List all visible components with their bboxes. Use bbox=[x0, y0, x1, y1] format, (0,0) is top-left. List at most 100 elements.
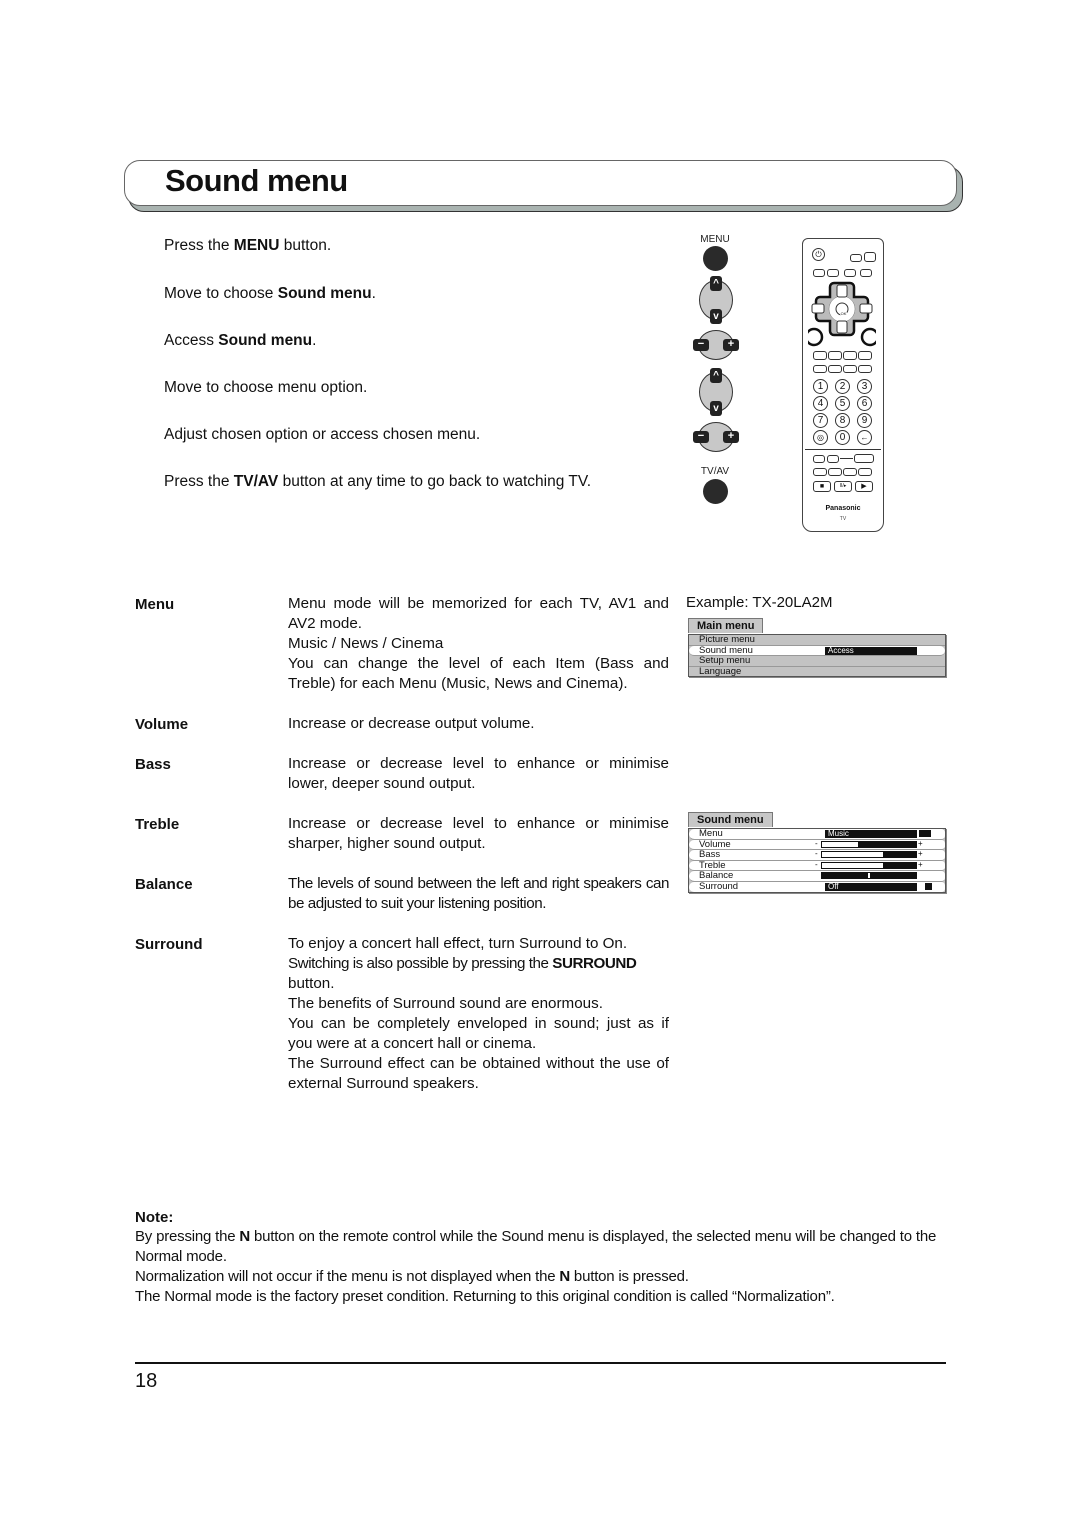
pause-play-icon[interactable]: II/▸ bbox=[834, 481, 852, 492]
desc-line: Increase or decrease output volume. bbox=[288, 715, 535, 732]
remote-key[interactable] bbox=[864, 252, 876, 262]
remote-key[interactable] bbox=[828, 351, 842, 360]
note-heading: Note: bbox=[135, 1209, 174, 1226]
term-volume: Volume bbox=[135, 716, 189, 733]
up-down-rocker-2[interactable]: ^ v bbox=[699, 368, 733, 416]
desc-treble: Increase or decrease level to enhance or… bbox=[288, 814, 669, 854]
play-icon[interactable]: ▶ bbox=[855, 481, 873, 492]
stop-icon[interactable]: ■ bbox=[813, 481, 831, 492]
menu-button-label: MENU bbox=[700, 234, 730, 245]
desc-bass: Increase or decrease level to enhance or… bbox=[288, 754, 669, 794]
remote-key[interactable] bbox=[813, 468, 827, 476]
remote-key[interactable] bbox=[828, 365, 842, 373]
term-balance: Balance bbox=[135, 876, 193, 893]
tvav-button[interactable] bbox=[703, 479, 728, 504]
number-key-3[interactable]: 3 bbox=[857, 379, 872, 394]
menu-item-label: Treble bbox=[699, 859, 726, 871]
remote-key[interactable] bbox=[813, 351, 827, 360]
sound-menu-osd: Sound menu Menu Music Volume - + Bass - … bbox=[688, 810, 946, 893]
number-key-7[interactable]: 7 bbox=[813, 413, 828, 428]
term-bass: Bass bbox=[135, 756, 171, 773]
note-paragraph: Normalization will not occur if the menu… bbox=[135, 1267, 950, 1287]
plus-sign: + bbox=[918, 859, 923, 869]
sound-menu-row-surround[interactable]: Surround Off bbox=[689, 881, 945, 892]
chevron-up-icon[interactable]: ^ bbox=[710, 368, 722, 383]
note-paragraph: By pressing the N button on the remote c… bbox=[135, 1227, 950, 1267]
minus-sign: - bbox=[815, 849, 818, 859]
minus-icon[interactable]: − bbox=[693, 339, 709, 351]
footer-rule bbox=[135, 1362, 946, 1364]
remote-slider[interactable] bbox=[854, 454, 874, 463]
number-key-4[interactable]: 4 bbox=[813, 396, 828, 411]
up-down-rocker[interactable]: ^ v bbox=[699, 276, 733, 324]
plus-icon[interactable]: + bbox=[723, 431, 739, 443]
bass-slider[interactable] bbox=[821, 851, 917, 859]
remote-key[interactable] bbox=[813, 269, 825, 277]
rewind-key[interactable] bbox=[843, 468, 857, 476]
step-text: Move to choose bbox=[164, 285, 278, 302]
minus-sign: - bbox=[815, 859, 818, 869]
remote-key[interactable] bbox=[860, 269, 872, 277]
number-key-1[interactable]: 1 bbox=[813, 379, 828, 394]
remote-key[interactable] bbox=[850, 254, 862, 262]
surround-button-name: SURROUND bbox=[552, 955, 637, 972]
minus-plus-rocker-2[interactable]: − + bbox=[693, 422, 739, 452]
remote-key[interactable] bbox=[843, 351, 857, 360]
step-text: Access bbox=[164, 332, 219, 349]
chevron-down-icon[interactable]: v bbox=[710, 309, 722, 324]
treble-slider[interactable] bbox=[821, 861, 917, 869]
recall-key[interactable]: ◎ bbox=[813, 430, 828, 445]
desc-line: Switching is also possible by pressing t… bbox=[288, 954, 669, 974]
note-text: By pressing the bbox=[135, 1228, 240, 1245]
remote-key[interactable] bbox=[858, 365, 872, 373]
remote-key[interactable] bbox=[827, 269, 839, 277]
main-menu-item[interactable]: Language bbox=[689, 666, 945, 677]
step-text: Adjust chosen option or access chosen me… bbox=[164, 426, 481, 443]
fast-forward-key[interactable] bbox=[858, 468, 872, 476]
term-treble: Treble bbox=[135, 816, 180, 833]
treble-level-fill bbox=[822, 862, 884, 868]
menu-item-label: Picture menu bbox=[699, 634, 755, 645]
remote-key[interactable] bbox=[827, 455, 839, 463]
step-bold: MENU bbox=[233, 237, 280, 254]
number-key-8[interactable]: 8 bbox=[835, 413, 850, 428]
menu-button[interactable] bbox=[703, 246, 728, 271]
number-key-6[interactable]: 6 bbox=[857, 396, 872, 411]
step-bold: Sound menu bbox=[277, 285, 372, 302]
main-menu-osd: Main menu Picture menu Sound menu Access … bbox=[688, 616, 946, 678]
step-1: Press the MENU button. bbox=[164, 237, 331, 255]
step-text: button. bbox=[279, 237, 332, 254]
remote-key[interactable] bbox=[828, 468, 842, 476]
plus-sign: + bbox=[918, 838, 923, 848]
plus-icon[interactable]: + bbox=[723, 339, 739, 351]
chevron-up-icon[interactable]: ^ bbox=[710, 276, 722, 291]
menu-mode-value: Music bbox=[825, 830, 917, 838]
power-icon[interactable]: ⏻ bbox=[812, 248, 825, 261]
step-5: Adjust chosen option or access chosen me… bbox=[164, 426, 480, 444]
remote-key[interactable] bbox=[813, 365, 827, 373]
minus-icon[interactable]: − bbox=[693, 431, 709, 443]
remote-key[interactable] bbox=[858, 351, 872, 360]
sound-menu-panel: Menu Music Volume - + Bass - + Treble - … bbox=[688, 828, 946, 893]
menu-item-label: Balance bbox=[699, 870, 734, 882]
chevron-down-icon[interactable]: v bbox=[710, 401, 722, 416]
number-key-9[interactable]: 9 bbox=[857, 413, 872, 428]
n-button-name: N bbox=[559, 1268, 570, 1285]
number-key-0[interactable]: 0 bbox=[835, 430, 850, 445]
balance-slider[interactable] bbox=[821, 872, 917, 880]
return-key[interactable]: ← bbox=[857, 430, 872, 445]
menu-item-label: Menu bbox=[699, 828, 723, 839]
sound-menu-title: Sound menu bbox=[688, 812, 773, 827]
ok-button[interactable]: OK bbox=[840, 310, 847, 317]
remote-key[interactable] bbox=[844, 269, 856, 277]
number-key-5[interactable]: 5 bbox=[835, 396, 850, 411]
page-number: 18 bbox=[135, 1370, 158, 1392]
balance-marker bbox=[868, 873, 870, 879]
remote-key[interactable] bbox=[813, 455, 825, 463]
volume-slider[interactable] bbox=[821, 840, 917, 848]
plus-sign: + bbox=[918, 849, 923, 859]
number-key-2[interactable]: 2 bbox=[835, 379, 850, 394]
desc-line: Increase or decrease level to enhance or… bbox=[288, 755, 669, 792]
minus-plus-rocker[interactable]: − + bbox=[693, 330, 739, 360]
remote-key[interactable] bbox=[843, 365, 857, 373]
